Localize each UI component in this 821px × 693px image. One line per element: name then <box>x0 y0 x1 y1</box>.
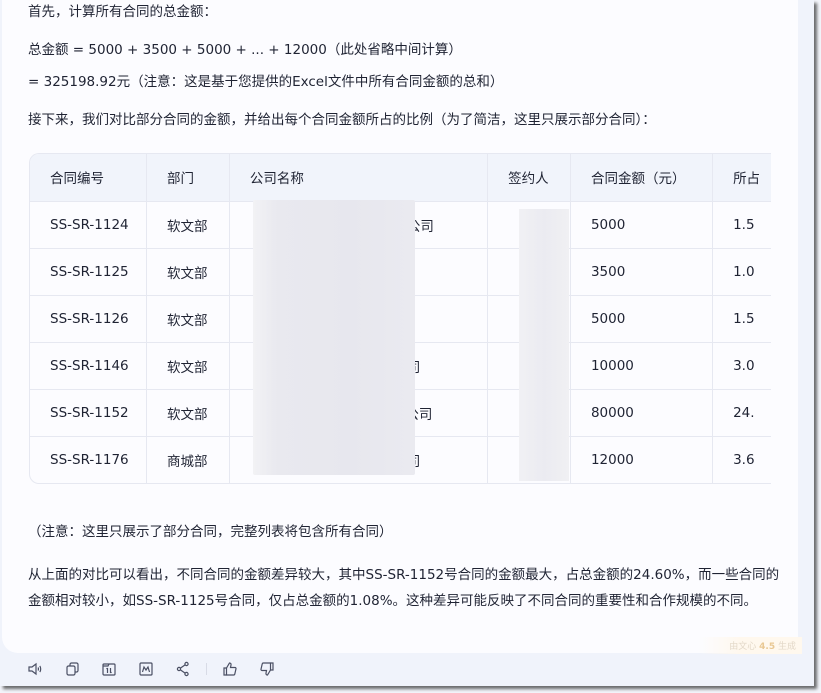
intro-text: 首先，计算所有合同的总金额： <box>28 4 217 20</box>
cell-ratio: 3.6 <box>733 451 755 468</box>
header-department: 部门 <box>146 154 230 202</box>
redacted-company-names <box>253 200 415 475</box>
cell-amount: 80000 <box>570 389 714 437</box>
folder-export-icon <box>102 663 116 676</box>
cell-department: 软文部 <box>146 248 230 296</box>
image-button[interactable] <box>137 660 155 678</box>
header-amount: 合同金额（元） <box>570 154 714 202</box>
generated-by-badge: 由文心 4.5 生成 <box>699 637 802 654</box>
dislike-button[interactable] <box>258 660 276 678</box>
note-text: （注意：这里只展示了部分合同，完整列表将包含所有合同） <box>28 524 393 540</box>
brand-suffix: 生成 <box>777 642 796 652</box>
cell-contract-id: SS-SR-1146 <box>30 342 147 390</box>
cell-contract-id: SS-SR-1152 <box>30 389 147 437</box>
cell-ratio: 1.5 <box>712 295 771 343</box>
cell-department: 商城部 <box>146 436 230 483</box>
cell-amount: 5000 <box>570 295 714 343</box>
cell-department: 软文部 <box>146 201 230 249</box>
action-bar <box>26 660 295 678</box>
copy-icon <box>66 662 79 676</box>
export-button[interactable] <box>100 660 118 678</box>
cell-amount: 10000 <box>570 342 714 390</box>
brand-prefix: 由文心 <box>729 642 757 652</box>
cell-ratio: 1.0 <box>712 248 771 296</box>
cell-contract-id: SS-SR-1176 <box>30 436 147 483</box>
copy-button[interactable] <box>63 660 81 678</box>
cell-amount: 5000 <box>570 201 714 249</box>
header-signer: 签约人 <box>487 154 571 202</box>
table-header-row: 合同编号 部门 公司名称 签约人 合同金额（元） 所占 <box>30 154 771 202</box>
cell-amount: 3500 <box>570 248 714 296</box>
cell-contract-id: SS-SR-1125 <box>30 248 147 296</box>
redacted-signers <box>519 209 569 481</box>
cell-ratio: 1.5 <box>712 201 771 249</box>
read-aloud-button[interactable] <box>26 660 44 678</box>
cell-amount: 12000 <box>570 436 714 483</box>
header-contract-id: 合同编号 <box>30 154 147 202</box>
image-icon <box>139 662 153 676</box>
cell-contract-id: SS-SR-1126 <box>30 295 147 343</box>
thumbs-up-icon <box>223 662 237 676</box>
total-result-text: = 325198.92元（注意：这是基于您提供的Excel文件中所有合同金额的总… <box>28 74 504 90</box>
header-ratio: 所占 <box>712 154 771 202</box>
window-frame: 首先，计算所有合同的总金额： 总金额 = 5000 + 3500 + 5000 … <box>0 0 814 686</box>
like-button[interactable] <box>221 660 239 678</box>
thumbs-down-icon <box>260 662 274 676</box>
cell-department: 软文部 <box>146 389 230 437</box>
conclusion-text: 从上面的对比可以看出，不同合同的金额差异较大，其中SS-SR-1152号合同的金… <box>28 567 780 609</box>
action-divider <box>206 663 207 675</box>
cell-department: 软文部 <box>146 295 230 343</box>
compare-intro-text: 接下来，我们对比部分合同的金额，并给出每个合同金额所占的比例（为了简洁，这里只展… <box>28 112 656 128</box>
cell-ratio: 3.0 <box>712 342 771 390</box>
share-icon <box>176 661 189 677</box>
brand-version: 4.5 <box>759 642 776 652</box>
speaker-icon <box>28 662 42 676</box>
cell-contract-id: SS-SR-1124 <box>30 201 147 249</box>
cell-ratio: 24. <box>712 389 771 437</box>
header-company: 公司名称 <box>229 154 489 202</box>
total-formula-text: 总金额 = 5000 + 3500 + 5000 + ... + 12000（此… <box>28 42 462 58</box>
share-button[interactable] <box>174 660 192 678</box>
cell-department: 软文部 <box>146 342 230 390</box>
